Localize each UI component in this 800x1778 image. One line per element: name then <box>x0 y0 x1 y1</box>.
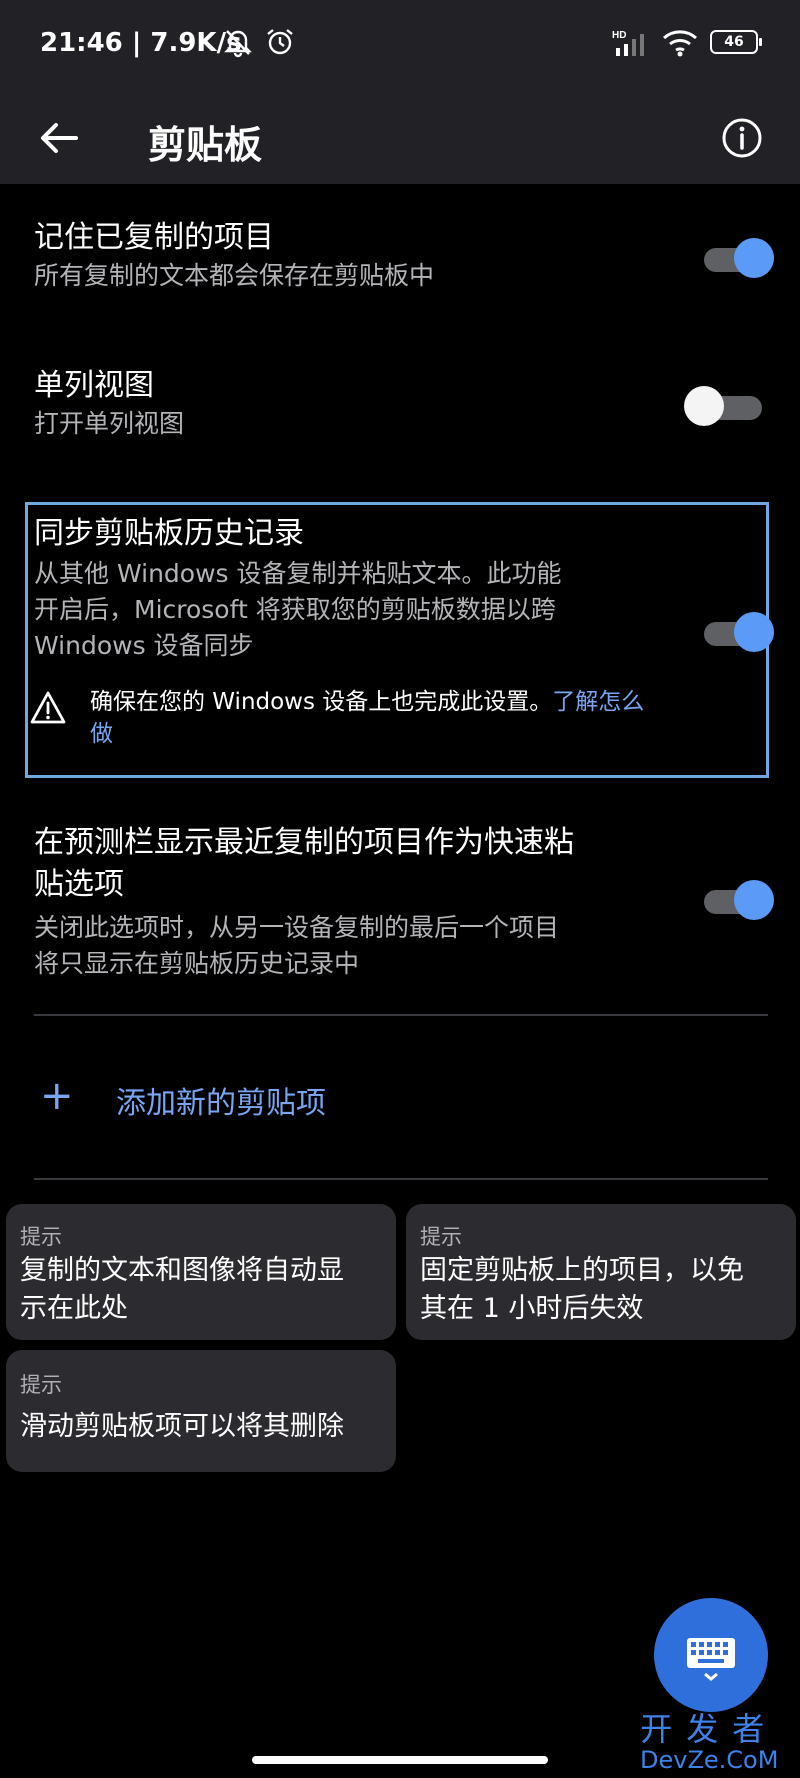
setting-remember-copied[interactable]: 记住已复制的项目 所有复制的文本都会保存在剪贴板中 <box>34 218 754 294</box>
setting-title-line: 贴选项 <box>34 867 124 902</box>
setting-subtitle-line: 开启后，Microsoft 将获取您的剪贴板数据以跨 <box>34 595 556 624</box>
setting-subtitle-line: 关闭此选项时，从另一设备复制的最后一个项目 <box>34 913 560 942</box>
single-column-toggle[interactable] <box>684 386 770 426</box>
keyboard-icon <box>687 1638 735 1681</box>
setting-title: 记住已复制的项目 <box>34 220 274 255</box>
setting-title-line: 在预测栏显示最近复制的项目作为快速粘 <box>34 825 574 860</box>
tip-text-line: 其在 1 小时后失效 <box>420 1293 644 1324</box>
tip-label: 提示 <box>20 1225 62 1249</box>
setting-subtitle: 所有复制的文本都会保存在剪贴板中 <box>34 261 435 290</box>
setting-subtitle-line: Windows 设备同步 <box>34 631 254 660</box>
plus-icon: + <box>40 1073 74 1119</box>
setting-sync-history[interactable]: 同步剪贴板历史记录 从其他 Windows 设备复制并粘贴文本。此功能 开启后，… <box>34 514 754 664</box>
warning-icon <box>30 691 66 724</box>
add-new-clip-label: 添加新的剪贴项 <box>116 1086 326 1121</box>
tip-card[interactable]: 提示 滑动剪贴板项可以将其删除 <box>6 1350 396 1472</box>
status-bar: 21:46 | 7.9K/s HD 46 <box>0 0 800 92</box>
page-title: 剪贴板 <box>148 123 263 167</box>
divider <box>34 1178 768 1180</box>
toggle-thumb <box>734 612 774 652</box>
sync-history-toggle[interactable] <box>704 612 774 652</box>
status-icons <box>222 26 296 58</box>
gesture-bar[interactable] <box>252 1756 548 1764</box>
wifi-icon <box>663 30 697 57</box>
setting-title: 同步剪贴板历史记录 <box>34 516 304 551</box>
setting-prediction-bar[interactable]: 在预测栏显示最近复制的项目作为快速粘 贴选项 关闭此选项时，从另一设备复制的最后… <box>34 822 654 982</box>
signal-icon: HD <box>612 30 644 56</box>
app-bar: 剪贴板 <box>0 92 800 184</box>
info-button[interactable] <box>714 110 770 166</box>
tip-card[interactable]: 提示 复制的文本和图像将自动显 示在此处 <box>6 1204 396 1340</box>
tip-label: 提示 <box>20 1373 62 1397</box>
bell-off-icon <box>224 30 252 58</box>
toggle-thumb <box>684 386 724 426</box>
network-label: HD <box>612 30 626 41</box>
keyboard-button[interactable] <box>654 1598 768 1712</box>
toggle-thumb <box>734 880 774 920</box>
sync-warning-text: 确保在您的 Windows 设备上也完成此设置。 <box>90 689 553 715</box>
setting-subtitle: 打开单列视图 <box>34 409 185 438</box>
setting-subtitle-line: 从其他 Windows 设备复制并粘贴文本。此功能 <box>34 559 562 588</box>
alarm-icon <box>267 29 293 55</box>
tip-text-line: 固定剪贴板上的项目，以免 <box>420 1255 744 1286</box>
tip-text-line: 复制的文本和图像将自动显 <box>20 1255 344 1286</box>
watermark: 开发者 DevZe.CoM <box>640 1712 778 1774</box>
info-icon <box>722 118 762 158</box>
battery-indicator: 46 <box>710 30 762 54</box>
prediction-bar-toggle[interactable] <box>704 880 774 920</box>
setting-title: 单列视图 <box>34 368 154 403</box>
setting-subtitle-line: 将只显示在剪贴板历史记录中 <box>34 949 360 978</box>
watermark-en: DevZe.CoM <box>640 1746 779 1774</box>
add-new-clip-button[interactable]: + 添加新的剪贴项 <box>40 1072 540 1128</box>
watermark-cn: 开发者 <box>640 1710 779 1748</box>
divider <box>34 1014 768 1016</box>
back-button[interactable] <box>32 110 88 166</box>
toggle-thumb <box>734 238 774 278</box>
tip-card[interactable]: 提示 固定剪贴板上的项目，以免 其在 1 小时后失效 <box>406 1204 796 1340</box>
setting-single-column[interactable]: 单列视图 打开单列视图 <box>34 366 754 442</box>
status-right: HD 46 <box>612 26 762 58</box>
sync-warning: 确保在您的 Windows 设备上也完成此设置。了解怎么做 <box>90 686 650 750</box>
tip-text-line: 示在此处 <box>20 1293 128 1324</box>
status-time: 21:46 | 7.9K/s <box>40 28 242 58</box>
tip-text-line: 滑动剪贴板项可以将其删除 <box>20 1411 344 1442</box>
tip-label: 提示 <box>420 1225 462 1249</box>
arrow-left-icon <box>41 123 78 153</box>
remember-copied-toggle[interactable] <box>704 238 774 278</box>
